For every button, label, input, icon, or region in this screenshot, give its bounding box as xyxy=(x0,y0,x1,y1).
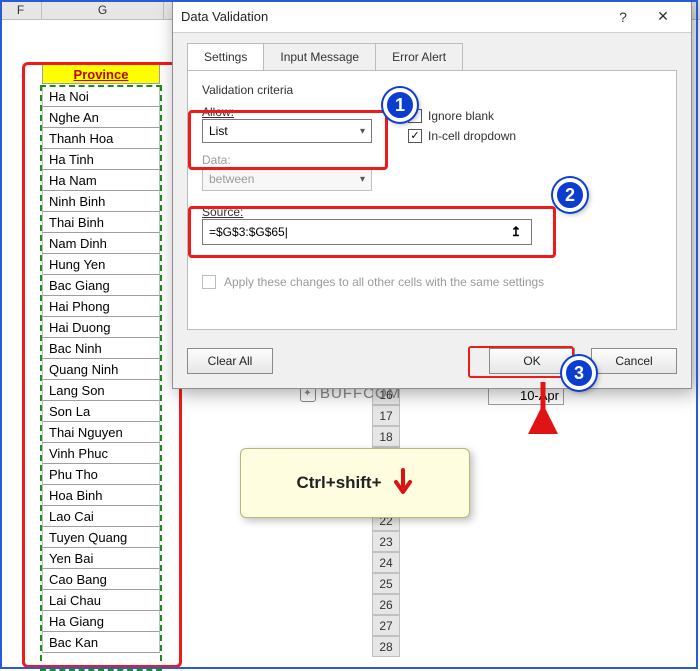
list-item[interactable]: Nam Dinh xyxy=(42,233,160,254)
list-item[interactable]: Yen Bai xyxy=(42,548,160,569)
range-picker-icon[interactable]: ↥ xyxy=(507,223,525,241)
dialog-tabs: Settings Input Message Error Alert xyxy=(173,33,691,70)
allow-value: List xyxy=(209,124,228,138)
list-item[interactable]: Ha Giang xyxy=(42,611,160,632)
list-item[interactable]: Phu Tho xyxy=(42,464,160,485)
close-button[interactable]: ✕ xyxy=(643,3,683,31)
list-item[interactable]: Lang Son xyxy=(42,380,160,401)
list-item[interactable]: Hung Yen xyxy=(42,254,160,275)
list-item[interactable]: Son La xyxy=(42,401,160,422)
list-item[interactable]: Thai Binh xyxy=(42,212,160,233)
tab-settings-body: Validation criteria Allow: List ▾ Data: … xyxy=(187,70,677,330)
list-item[interactable]: Bac Giang xyxy=(42,275,160,296)
source-value: =$G$3:$G$65| xyxy=(209,225,288,239)
clear-all-button[interactable]: Clear All xyxy=(187,348,273,374)
checkbox-icon xyxy=(408,129,422,143)
list-item[interactable]: Ha Nam xyxy=(42,170,160,191)
chevron-down-icon: ▾ xyxy=(360,174,365,185)
tab-input-message[interactable]: Input Message xyxy=(263,43,376,70)
list-item[interactable]: Quang Ninh xyxy=(42,359,160,380)
row-number[interactable]: 28 xyxy=(372,636,400,657)
col-header-g[interactable]: G xyxy=(42,0,164,19)
list-item[interactable]: Lai Chau xyxy=(42,590,160,611)
province-list: Ha Noi Nghe An Thanh Hoa Ha Tinh Ha Nam … xyxy=(42,86,160,653)
annotation-bubble-3: 3 xyxy=(562,356,596,390)
row-number[interactable]: 18 xyxy=(372,426,400,447)
list-item[interactable]: Cao Bang xyxy=(42,569,160,590)
list-item[interactable]: Ha Noi xyxy=(42,86,160,107)
dialog-title: Data Validation xyxy=(181,9,603,24)
row-number[interactable]: 24 xyxy=(372,552,400,573)
annotation-bubble-2: 2 xyxy=(553,178,587,212)
province-header-cell[interactable]: Province xyxy=(42,64,160,84)
incell-dropdown-label: In-cell dropdown xyxy=(428,129,516,143)
list-item[interactable]: Ninh Binh xyxy=(42,191,160,212)
tab-settings[interactable]: Settings xyxy=(187,43,264,70)
data-label: Data: xyxy=(202,153,662,167)
help-button[interactable]: ? xyxy=(603,3,643,31)
list-item[interactable]: Bac Ninh xyxy=(42,338,160,359)
arrow-to-ok-icon xyxy=(528,374,558,434)
list-item[interactable]: Hai Duong xyxy=(42,317,160,338)
list-item[interactable]: Bac Kan xyxy=(42,632,160,653)
row-number[interactable]: 27 xyxy=(372,615,400,636)
list-item[interactable]: Hai Phong xyxy=(42,296,160,317)
down-arrow-icon xyxy=(392,468,414,498)
row-number-strip: 16 17 18 19 20 21 22 23 24 25 26 27 28 xyxy=(372,384,400,657)
row-number[interactable]: 26 xyxy=(372,594,400,615)
tab-error-alert[interactable]: Error Alert xyxy=(375,43,463,70)
row-number[interactable]: 23 xyxy=(372,531,400,552)
incell-dropdown-check[interactable]: In-cell dropdown xyxy=(408,129,516,143)
row-number[interactable]: 25 xyxy=(372,573,400,594)
dialog-button-row: Clear All OK Cancel xyxy=(173,340,691,388)
apply-all-label: Apply these changes to all other cells w… xyxy=(224,275,544,289)
shortcut-text: Ctrl+shift+ xyxy=(296,473,381,493)
allow-select[interactable]: List ▾ xyxy=(202,119,372,143)
list-item[interactable]: Tuyen Quang xyxy=(42,527,160,548)
list-item[interactable]: Thai Nguyen xyxy=(42,422,160,443)
col-header-f[interactable]: F xyxy=(0,0,42,19)
apply-all-row: Apply these changes to all other cells w… xyxy=(202,275,662,289)
checkbox-icon xyxy=(202,275,216,289)
list-item[interactable]: Thanh Hoa xyxy=(42,128,160,149)
list-item[interactable]: Nghe An xyxy=(42,107,160,128)
options-checkboxes: Ignore blank In-cell dropdown xyxy=(408,109,516,143)
data-select: between ▾ xyxy=(202,167,372,191)
dialog-titlebar[interactable]: Data Validation ? ✕ xyxy=(173,1,691,33)
data-value: between xyxy=(209,172,254,186)
chevron-down-icon: ▾ xyxy=(360,126,365,137)
validation-criteria-label: Validation criteria xyxy=(202,83,662,97)
shortcut-callout: Ctrl+shift+ xyxy=(240,448,470,518)
ignore-blank-label: Ignore blank xyxy=(428,109,494,123)
list-item[interactable]: Lao Cai xyxy=(42,506,160,527)
list-item[interactable]: Vinh Phuc xyxy=(42,443,160,464)
row-number[interactable]: 17 xyxy=(372,405,400,426)
annotation-bubble-1: 1 xyxy=(383,88,417,122)
source-input[interactable]: =$G$3:$G$65| ↥ xyxy=(202,219,532,245)
cancel-button[interactable]: Cancel xyxy=(591,348,677,374)
list-item[interactable]: Hoa Binh xyxy=(42,485,160,506)
list-item[interactable]: Ha Tinh xyxy=(42,149,160,170)
data-validation-dialog: Data Validation ? ✕ Settings Input Messa… xyxy=(172,0,692,389)
ignore-blank-check[interactable]: Ignore blank xyxy=(408,109,516,123)
source-label: Source: xyxy=(202,205,662,219)
